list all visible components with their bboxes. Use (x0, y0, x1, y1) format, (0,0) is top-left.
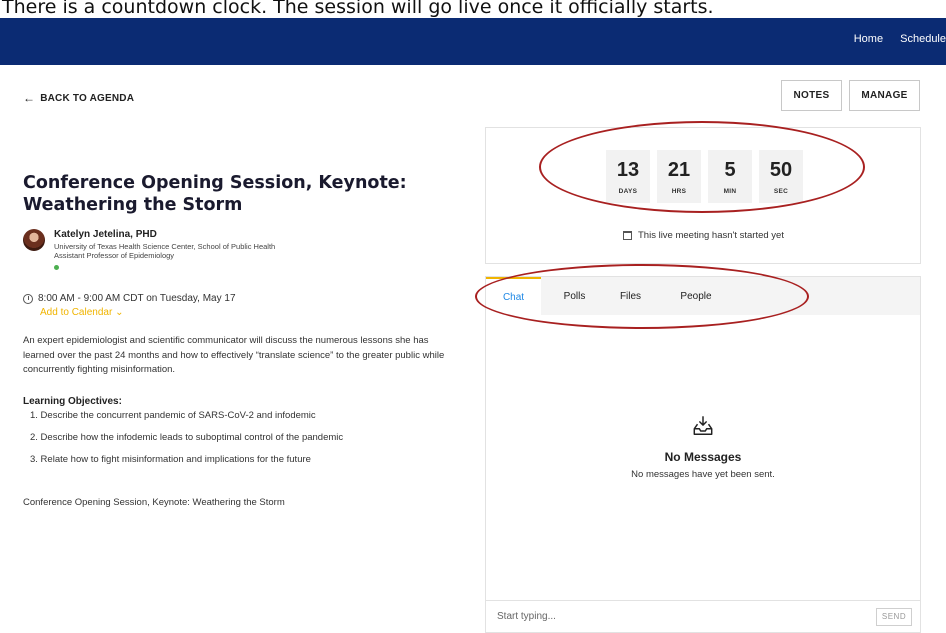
speaker-name[interactable]: Katelyn Jetelina, PHD (54, 229, 275, 240)
inbox-download-icon (693, 416, 713, 435)
countdown-hours-label: HRS (671, 188, 687, 195)
countdown-days-label: DAYS (618, 188, 638, 195)
countdown-card: 13 DAYS 21 HRS 5 MIN 50 SEC This live me… (485, 127, 921, 264)
chat-panel: Chat Polls Files People No Messages No m… (485, 276, 921, 633)
nav-home-link[interactable]: Home (854, 33, 883, 45)
top-navigation-bar: Home Schedule (0, 18, 946, 65)
countdown-minutes: 5 MIN (708, 150, 752, 203)
back-to-agenda-label: BACK TO AGENDA (40, 92, 135, 104)
chat-composer: SEND (486, 600, 920, 632)
manage-button[interactable]: MANAGE (849, 80, 920, 111)
speaker-role: Assistant Professor of Epidemiology (54, 251, 175, 260)
notes-button[interactable]: NOTES (781, 80, 842, 111)
tab-polls[interactable]: Polls (541, 277, 608, 315)
meeting-status: This live meeting hasn't started yet (623, 230, 784, 241)
chat-tabs: Chat Polls Files People (486, 277, 920, 315)
meeting-status-text: This live meeting hasn't started yet (638, 230, 784, 241)
learning-objectives-title: Learning Objectives: (23, 396, 122, 407)
clock-icon (23, 293, 33, 304)
send-button[interactable]: SEND (876, 607, 912, 626)
countdown-minutes-value: 5 (724, 159, 736, 181)
countdown-hours-value: 21 (667, 159, 691, 181)
back-to-agenda-link[interactable]: ← BACK TO AGENDA (23, 91, 134, 105)
speaker-info: Katelyn Jetelina, PHD University of Texa… (54, 229, 275, 270)
countdown-seconds: 50 SEC (759, 150, 803, 203)
top-nav: Home Schedule (854, 33, 946, 45)
session-description: An expert epidemiologist and scientific … (23, 335, 445, 375)
empty-chat-title: No Messages (664, 450, 742, 464)
speaker-block: Katelyn Jetelina, PHD University of Texa… (23, 229, 275, 270)
speaker-avatar[interactable] (23, 229, 45, 251)
countdown-days: 13 DAYS (606, 150, 650, 203)
countdown-minutes-label: MIN (723, 188, 737, 195)
countdown-days-value: 13 (616, 159, 640, 181)
chat-message-input[interactable] (486, 611, 876, 622)
chevron-down-icon: ⌄ (115, 307, 124, 318)
add-to-calendar-link[interactable]: Add to Calendar ⌄ (40, 307, 123, 318)
arrow-left-icon: ← (23, 91, 36, 105)
countdown-seconds-value: 50 (769, 159, 793, 181)
calendar-icon (623, 231, 632, 240)
session-time-text: 8:00 AM - 9:00 AM CDT on Tuesday, May 17 (38, 293, 236, 304)
add-to-calendar-label: Add to Calendar (40, 307, 113, 318)
empty-chat-state: No Messages No messages have yet been se… (486, 415, 920, 480)
speaker-affiliation: University of Texas Health Science Cente… (54, 242, 276, 251)
countdown-clock: 13 DAYS 21 HRS 5 MIN 50 SEC (606, 150, 803, 203)
tab-chat[interactable]: Chat (486, 277, 541, 315)
learning-objective-item: 3. Relate how to fight misinformation an… (30, 454, 311, 465)
empty-chat-subtitle: No messages have yet been sent. (631, 469, 775, 480)
learning-objectives-list: 1. Describe the concurrent pandemic of S… (30, 410, 343, 476)
learning-objective-item: 1. Describe the concurrent pandemic of S… (30, 410, 316, 421)
countdown-hours: 21 HRS (657, 150, 701, 203)
learning-objective-item: 2. Describe how the infodemic leads to s… (30, 432, 344, 443)
nav-schedule-link[interactable]: Schedule (900, 33, 946, 45)
tab-people[interactable]: People (653, 277, 739, 315)
session-title: Conference Opening Session, Keynote: Wea… (23, 173, 407, 215)
online-status-icon (54, 265, 59, 270)
session-footer-title: Conference Opening Session, Keynote: Wea… (23, 497, 285, 508)
tab-files[interactable]: Files (608, 277, 653, 315)
countdown-seconds-label: SEC (773, 188, 789, 195)
session-time: 8:00 AM - 9:00 AM CDT on Tuesday, May 17 (23, 293, 236, 304)
caption-text: There is a countdown clock. The session … (0, 0, 946, 17)
